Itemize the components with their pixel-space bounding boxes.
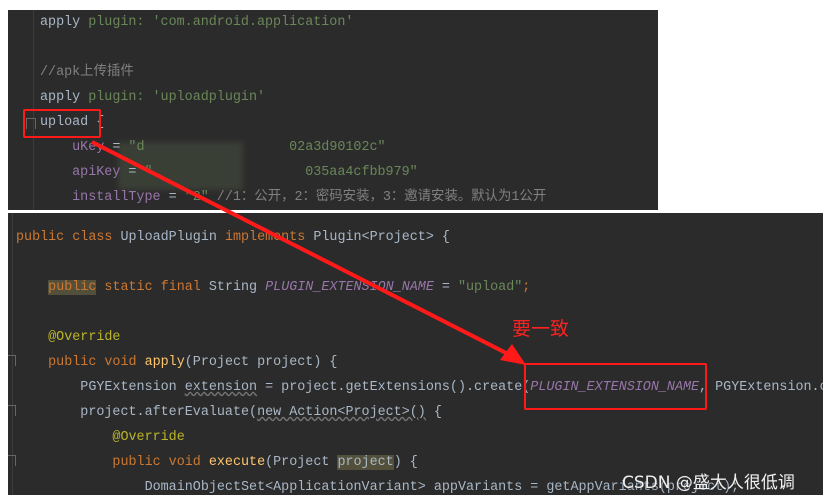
watermark: CSDN @盛大人很低调 [622, 473, 795, 493]
annotation-note: 要一致 [512, 318, 570, 340]
arrow-icon [91, 140, 526, 365]
